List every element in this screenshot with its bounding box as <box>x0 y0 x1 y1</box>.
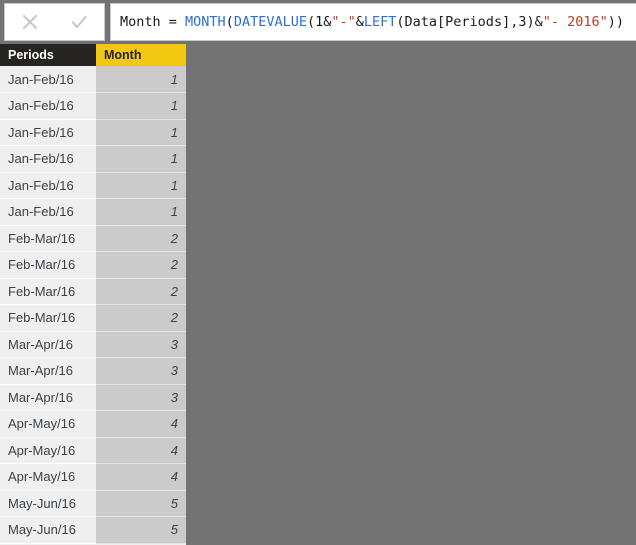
formula-token-fn: LEFT <box>363 14 397 30</box>
cell-month[interactable]: 1 <box>96 92 186 120</box>
cell-periods[interactable]: Mar-Apr/16 <box>0 384 96 411</box>
table-row[interactable]: Jan-Feb/16 1 <box>0 145 186 173</box>
cell-month[interactable]: 3 <box>96 384 186 411</box>
cell-periods[interactable]: Jan-Feb/16 <box>0 198 96 226</box>
formula-commit-buttons <box>4 3 105 41</box>
cell-periods[interactable]: Feb-Mar/16 <box>0 225 96 252</box>
formula-token-str: "-" <box>331 14 356 30</box>
table-row[interactable]: Jan-Feb/16 1 <box>0 92 186 120</box>
cell-periods[interactable]: Feb-Mar/16 <box>0 278 96 305</box>
cell-month[interactable]: 2 <box>96 225 186 252</box>
table-row[interactable]: May-Jun/16 5 <box>0 516 186 544</box>
data-table-container[interactable]: Periods Month Jan-Feb/16 1 Jan-Feb/16 1 Jan-… <box>0 44 186 545</box>
cell-month[interactable]: 3 <box>96 331 186 358</box>
table-row[interactable]: Feb-Mar/16 2 <box>0 225 186 252</box>
table-row[interactable]: Apr-May/16 4 <box>0 437 186 464</box>
cell-periods[interactable]: Jan-Feb/16 <box>0 145 96 173</box>
app-root: Month = MONTH(DATEVALUE(1&"-"&LEFT(Data[… <box>0 0 636 545</box>
cell-periods[interactable]: Apr-May/16 <box>0 463 96 491</box>
cell-periods[interactable]: Apr-May/16 <box>0 410 96 438</box>
formula-token-plain: )) <box>607 14 625 30</box>
table-row[interactable]: Jan-Feb/16 1 <box>0 66 186 93</box>
data-table: Periods Month Jan-Feb/16 1 Jan-Feb/16 1 Jan-… <box>0 44 186 544</box>
table-row[interactable]: Mar-Apr/16 3 <box>0 357 186 385</box>
column-header-month[interactable]: Month <box>96 44 186 66</box>
cell-periods[interactable]: Mar-Apr/16 <box>0 357 96 385</box>
formula-bar: Month = MONTH(DATEVALUE(1&"-"&LEFT(Data[… <box>0 0 636 44</box>
close-icon <box>20 12 40 32</box>
cell-month[interactable]: 1 <box>96 119 186 146</box>
table-row[interactable]: Feb-Mar/16 2 <box>0 304 186 332</box>
formula-token-plain: & <box>355 14 364 30</box>
column-header-periods[interactable]: Periods <box>0 44 96 66</box>
table-row[interactable]: May-Jun/16 5 <box>0 490 186 517</box>
cell-periods[interactable]: Feb-Mar/16 <box>0 251 96 279</box>
cell-month[interactable]: 1 <box>96 66 186 93</box>
cell-month[interactable]: 2 <box>96 304 186 332</box>
commit-button[interactable] <box>62 5 96 39</box>
table-row[interactable]: Feb-Mar/16 2 <box>0 278 186 305</box>
formula-token-plain: Month = <box>120 14 186 30</box>
cell-periods[interactable]: Feb-Mar/16 <box>0 304 96 332</box>
table-row[interactable]: Feb-Mar/16 2 <box>0 251 186 279</box>
checkmark-icon <box>69 12 89 32</box>
formula-text: Month = MONTH(DATEVALUE(1&"-"&LEFT(Data[… <box>120 13 624 31</box>
cell-month[interactable]: 2 <box>96 251 186 279</box>
table-body: Jan-Feb/16 1 Jan-Feb/16 1 Jan-Feb/16 1 Jan-Feb… <box>0 66 186 544</box>
table-header: Periods Month <box>0 44 186 66</box>
formula-token-str: "- 2016" <box>542 14 608 30</box>
formula-token-plain: (1& <box>306 14 332 30</box>
formula-token-plain: ( <box>225 14 234 30</box>
cell-month[interactable]: 2 <box>96 278 186 305</box>
cell-month[interactable]: 4 <box>96 463 186 491</box>
table-row[interactable]: Jan-Feb/16 1 <box>0 172 186 199</box>
cell-month[interactable]: 1 <box>96 198 186 226</box>
table-row[interactable]: Mar-Apr/16 3 <box>0 384 186 411</box>
table-row[interactable]: Apr-May/16 4 <box>0 463 186 491</box>
cell-periods[interactable]: Jan-Feb/16 <box>0 119 96 146</box>
cell-month[interactable]: 4 <box>96 410 186 438</box>
table-row[interactable]: Jan-Feb/16 1 <box>0 119 186 146</box>
formula-token-fn: DATEVALUE <box>233 14 307 30</box>
formula-token-fn: MONTH <box>185 14 226 30</box>
cell-month[interactable]: 1 <box>96 145 186 173</box>
table-row[interactable]: Mar-Apr/16 3 <box>0 331 186 358</box>
cell-periods[interactable]: May-Jun/16 <box>0 490 96 517</box>
cell-periods[interactable]: Jan-Feb/16 <box>0 172 96 199</box>
table-row[interactable]: Jan-Feb/16 1 <box>0 198 186 226</box>
cell-month[interactable]: 3 <box>96 357 186 385</box>
formula-token-plain: (Data[Periods],3)& <box>396 14 543 30</box>
cell-periods[interactable]: May-Jun/16 <box>0 516 96 544</box>
cell-periods[interactable]: Mar-Apr/16 <box>0 331 96 358</box>
cell-periods[interactable]: Jan-Feb/16 <box>0 66 96 93</box>
cell-periods[interactable]: Apr-May/16 <box>0 437 96 464</box>
cell-month[interactable]: 4 <box>96 437 186 464</box>
cell-periods[interactable]: Jan-Feb/16 <box>0 92 96 120</box>
cell-month[interactable]: 1 <box>96 172 186 199</box>
table-header-row: Periods Month <box>0 44 186 66</box>
cell-month[interactable]: 5 <box>96 516 186 544</box>
table-row[interactable]: Apr-May/16 4 <box>0 410 186 438</box>
cell-month[interactable]: 5 <box>96 490 186 517</box>
formula-input[interactable]: Month = MONTH(DATEVALUE(1&"-"&LEFT(Data[… <box>110 3 636 41</box>
cancel-button[interactable] <box>13 5 47 39</box>
